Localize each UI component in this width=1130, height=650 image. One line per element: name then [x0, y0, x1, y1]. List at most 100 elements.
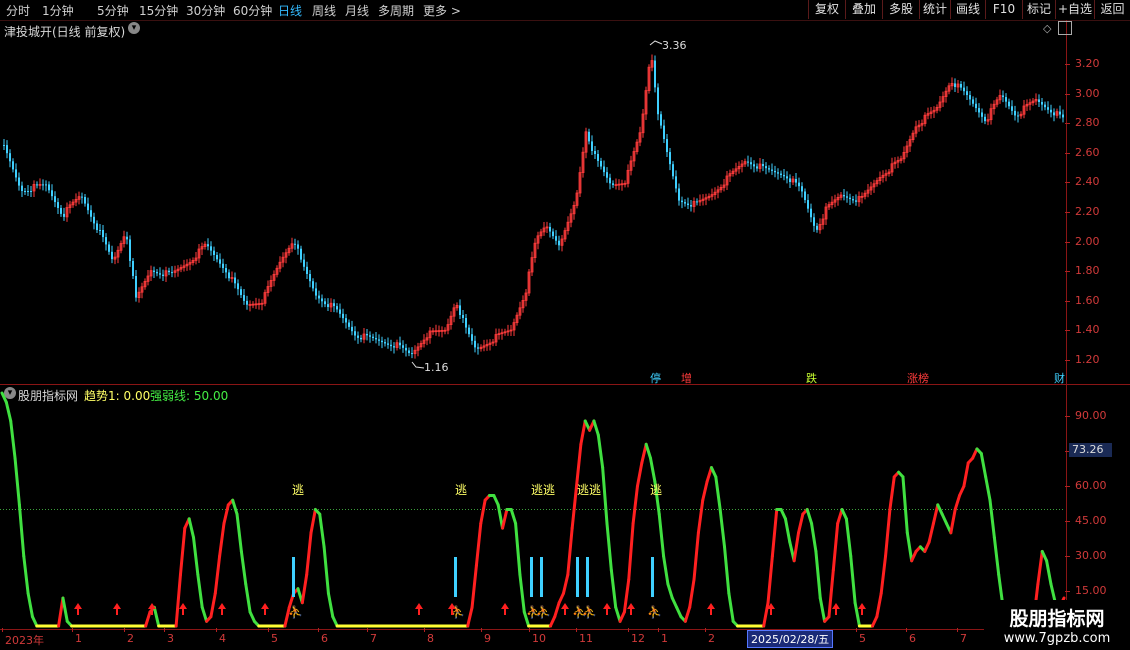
date-label: 5 [271, 632, 278, 645]
trend-segment [888, 475, 896, 511]
trend-segment [248, 610, 256, 623]
trend-segment [326, 591, 335, 619]
price-candle [756, 166, 758, 169]
trend-segment [875, 591, 883, 619]
trend-segment [953, 494, 962, 511]
trend-segment [605, 521, 613, 572]
price-candle [780, 173, 782, 175]
price-candle [210, 246, 212, 251]
date-tick [164, 628, 165, 632]
date-label: 11 [579, 632, 593, 645]
price-candle [342, 313, 344, 319]
escape-label: 逃 [650, 483, 663, 497]
price-candle [246, 300, 248, 305]
trend-segment [26, 591, 34, 619]
price-candle [90, 210, 92, 217]
trend-segment [13, 456, 21, 507]
price-candle [555, 236, 557, 241]
price-candle [678, 188, 680, 201]
price-candle [384, 342, 386, 344]
trend-segment [884, 508, 892, 558]
price-candle [228, 272, 230, 279]
price-candle [351, 326, 353, 332]
trend-segment [709, 466, 718, 479]
price-candle [666, 139, 668, 153]
price-candle [156, 271, 158, 274]
price-candle [669, 152, 671, 165]
high-marker [649, 40, 663, 46]
price-candle [612, 183, 614, 185]
trend-segment [322, 545, 330, 595]
price-candle [753, 164, 755, 167]
price-candle [984, 116, 986, 122]
trend-segment [770, 508, 779, 558]
price-candle [213, 250, 215, 255]
date-label: 5 [859, 632, 866, 645]
signal-bar [292, 557, 295, 597]
event-tag: 涨榜 [907, 372, 929, 385]
price-candle [558, 240, 560, 246]
trend-segment [662, 554, 670, 586]
date-tick [124, 628, 125, 632]
price-candle [1050, 109, 1052, 113]
trend-segment [797, 512, 805, 535]
date-label: 6 [321, 632, 328, 645]
trend-segment [61, 596, 69, 623]
trend-segment [305, 531, 313, 577]
trend-segment [988, 498, 996, 539]
trend-segment [714, 475, 722, 511]
trend-segment [318, 512, 326, 549]
trend-segment [870, 615, 879, 628]
price-candle [372, 336, 374, 339]
trend-segment [4, 400, 13, 423]
trend-segment [187, 517, 196, 539]
signal-person-icon: ⛹ [582, 604, 597, 619]
trend-segment [923, 540, 931, 553]
trend-segment [901, 475, 909, 535]
price-candle [459, 305, 461, 315]
trend-segment [30, 615, 39, 628]
price-candle [126, 236, 128, 240]
trend-segment [675, 605, 683, 619]
buy-arrow-icon [415, 603, 423, 615]
price-candle [972, 99, 974, 104]
trend-segment [627, 521, 635, 581]
price-candle [222, 263, 224, 269]
trend-segment [814, 549, 822, 600]
trend-segment [579, 419, 587, 446]
price-candle [849, 197, 851, 200]
trend-segment [209, 591, 217, 619]
price-candle [6, 145, 8, 154]
trend-segment [696, 498, 705, 535]
price-candle [24, 191, 26, 192]
signal-person-icon: ⛹ [536, 604, 551, 619]
trend-segment [1036, 549, 1044, 586]
trend-segment [518, 573, 526, 614]
date-tick [705, 628, 706, 632]
price-candle [321, 298, 323, 302]
trend-segment [196, 573, 204, 609]
trend-segment [592, 419, 600, 437]
price-candle [375, 338, 377, 340]
signal-bar [454, 557, 457, 597]
date-label: 12 [631, 632, 645, 645]
price-candle [549, 226, 551, 232]
trend-segment [940, 512, 948, 525]
trend-segment [9, 419, 17, 460]
trend-segment [239, 549, 248, 586]
date-tick [906, 628, 907, 632]
trend-segment [309, 508, 317, 535]
date-label: 7 [370, 632, 377, 645]
signal-bar [530, 557, 533, 597]
price-candle [243, 295, 245, 301]
price-candle [153, 270, 155, 272]
price-candle [405, 347, 407, 351]
price-candle [207, 244, 209, 247]
escape-label: 逃 [292, 483, 305, 497]
price-candle [1047, 107, 1049, 110]
trend-segment [657, 512, 666, 558]
price-candle [594, 151, 596, 154]
buy-arrow-icon [113, 603, 121, 615]
price-candle [966, 91, 968, 96]
price-candle [306, 266, 308, 274]
